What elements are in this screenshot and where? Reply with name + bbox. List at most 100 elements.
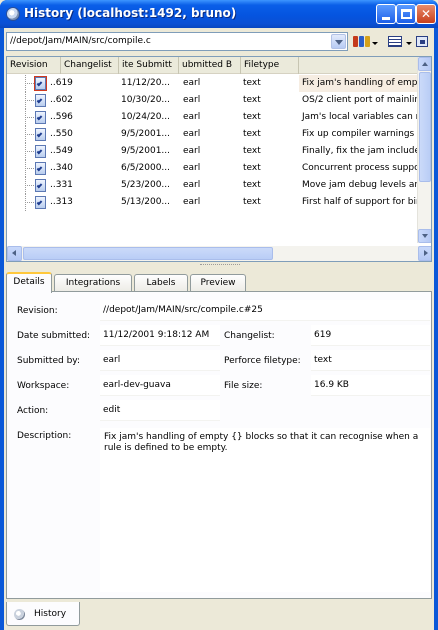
scroll-right-icon[interactable] (418, 246, 431, 261)
cell-date: 6/5/2000... (121, 163, 171, 173)
revision-label: Revision: (17, 306, 58, 316)
column-header-description[interactable] (299, 57, 419, 74)
revision-value: //depot/Jam/MAIN/src/compile.c#25 (100, 300, 430, 321)
file-revision-icon (35, 162, 46, 175)
cell-date: 10/30/20... (121, 95, 171, 105)
submitted-by-value: earl (100, 350, 220, 371)
tab-integrations[interactable]: Integrations (54, 274, 132, 292)
description-label: Description: (17, 431, 72, 441)
horizontal-scroll-thumb[interactable] (23, 247, 273, 260)
cell-date: 9/5/2001... (121, 129, 171, 139)
path-combobox[interactable]: //depot/Jam/MAIN/src/compile.c (6, 32, 348, 51)
cell-user: earl (183, 197, 201, 207)
book-icon (353, 36, 358, 47)
tab-history-label: History (34, 609, 67, 619)
vertical-scrollbar[interactable] (417, 57, 431, 243)
tab-preview[interactable]: Preview (190, 274, 246, 292)
cell-date: 11/12/20... (121, 78, 171, 88)
cell-revision: ..550 (50, 129, 73, 139)
table-row[interactable]: ..550 9/5/2001... earl text Fix up compi… (7, 126, 419, 143)
title-bar[interactable]: History (localhost:1492, bruno) ✕ (0, 0, 438, 28)
cell-revision: ..331 (50, 180, 73, 190)
action-value: edit (100, 400, 220, 421)
table-row[interactable]: ..619 11/12/20... earl text Fix jam's ha… (7, 75, 419, 92)
cell-description: Fix up compiler warnings fro (302, 129, 419, 139)
cell-user: earl (183, 95, 201, 105)
cell-revision: ..549 (50, 146, 73, 156)
columns-button[interactable] (386, 33, 412, 50)
workspace-label: Workspace: (17, 381, 70, 391)
dropdown-arrow-icon (406, 42, 412, 45)
cell-filetype: text (243, 95, 261, 105)
file-revision-icon (35, 111, 46, 124)
cell-filetype: text (243, 78, 261, 88)
file-revision-icon (35, 94, 46, 107)
cell-description: Move jam debug levels arou (302, 180, 419, 190)
file-revision-icon (35, 196, 46, 209)
cell-filetype: text (243, 197, 261, 207)
close-button[interactable]: ✕ (416, 4, 436, 24)
file-revision-icon (35, 179, 46, 192)
column-header-date[interactable]: ite Submitt (119, 57, 179, 74)
tab-history[interactable]: History (6, 602, 80, 626)
changelist-value: 619 (311, 325, 430, 346)
file-revision-icon (35, 128, 46, 141)
tab-labels[interactable]: Labels (134, 274, 188, 292)
cell-description: First half of support for bin (302, 197, 419, 207)
cell-user: earl (183, 129, 201, 139)
table-row[interactable]: ..313 5/13/200... earl text First half o… (7, 194, 419, 211)
maximize-button[interactable] (396, 4, 416, 24)
file-size-label: File size: (224, 381, 263, 391)
path-value: //depot/Jam/MAIN/src/compile.c (10, 36, 151, 46)
column-header-changelist[interactable]: Changelist (61, 57, 119, 74)
changelist-label: Changelist: (224, 331, 275, 341)
cell-description: Fix jam's handling of empty (299, 75, 419, 92)
file-revision-icon (35, 145, 46, 158)
bookmarks-button[interactable] (352, 33, 378, 50)
detail-tabs: Details Integrations Labels Preview (6, 272, 432, 293)
path-toolbar: //depot/Jam/MAIN/src/compile.c (6, 32, 432, 52)
table-row[interactable]: ..331 5/23/200... earl text Move jam deb… (7, 177, 419, 194)
restore-pane-button[interactable] (416, 33, 430, 50)
horizontal-scrollbar[interactable] (7, 246, 431, 261)
date-submitted-label: Date submitted: (17, 331, 91, 341)
column-header-revision[interactable]: Revision (7, 57, 61, 74)
scroll-down-icon[interactable] (418, 229, 431, 243)
column-header-filetype[interactable]: Filetype (241, 57, 299, 74)
cell-user: earl (183, 146, 201, 156)
submitted-by-label: Submitted by: (17, 356, 80, 366)
window-title: History (localhost:1492, bruno) (24, 6, 237, 20)
pane-splitter[interactable] (200, 264, 240, 266)
table-row[interactable]: ..602 10/30/20... earl text OS/2 client … (7, 92, 419, 109)
window-icon (416, 36, 428, 47)
table-row[interactable]: ..549 9/5/2001... earl text Finally, fix… (7, 143, 419, 160)
cell-description: Jam's local variables can no (302, 112, 419, 122)
scroll-left-icon[interactable] (7, 246, 22, 261)
cell-user: earl (183, 112, 201, 122)
minimize-button[interactable] (376, 4, 396, 24)
cell-filetype: text (243, 129, 261, 139)
cell-filetype: text (243, 112, 261, 122)
details-panel: Revision: //depot/Jam/MAIN/src/compile.c… (6, 291, 432, 599)
cell-date: 5/13/200... (121, 197, 171, 207)
cell-date: 5/23/200... (121, 180, 171, 190)
cell-description: OS/2 client port of mainline (302, 95, 419, 105)
cell-user: earl (183, 78, 201, 88)
chevron-down-icon[interactable] (331, 34, 346, 49)
book-icon (365, 36, 370, 47)
cell-filetype: text (243, 163, 261, 173)
scroll-up-icon[interactable] (418, 57, 431, 71)
scroll-thumb[interactable] (419, 72, 431, 182)
cell-filetype: text (243, 146, 261, 156)
table-row[interactable]: ..596 10/24/20... earl text Jam's local … (7, 109, 419, 126)
dropdown-arrow-icon (372, 42, 378, 45)
action-label: Action: (17, 406, 49, 416)
book-icon (359, 36, 364, 47)
table-icon (388, 36, 402, 47)
app-icon (6, 7, 20, 21)
column-header-user[interactable]: ubmitted B (179, 57, 241, 74)
tab-details[interactable]: Details (6, 272, 52, 293)
table-row[interactable]: ..340 6/5/2000... earl text Concurrent p… (7, 160, 419, 177)
close-icon: ✕ (420, 7, 432, 21)
cell-date: 9/5/2001... (121, 146, 171, 156)
